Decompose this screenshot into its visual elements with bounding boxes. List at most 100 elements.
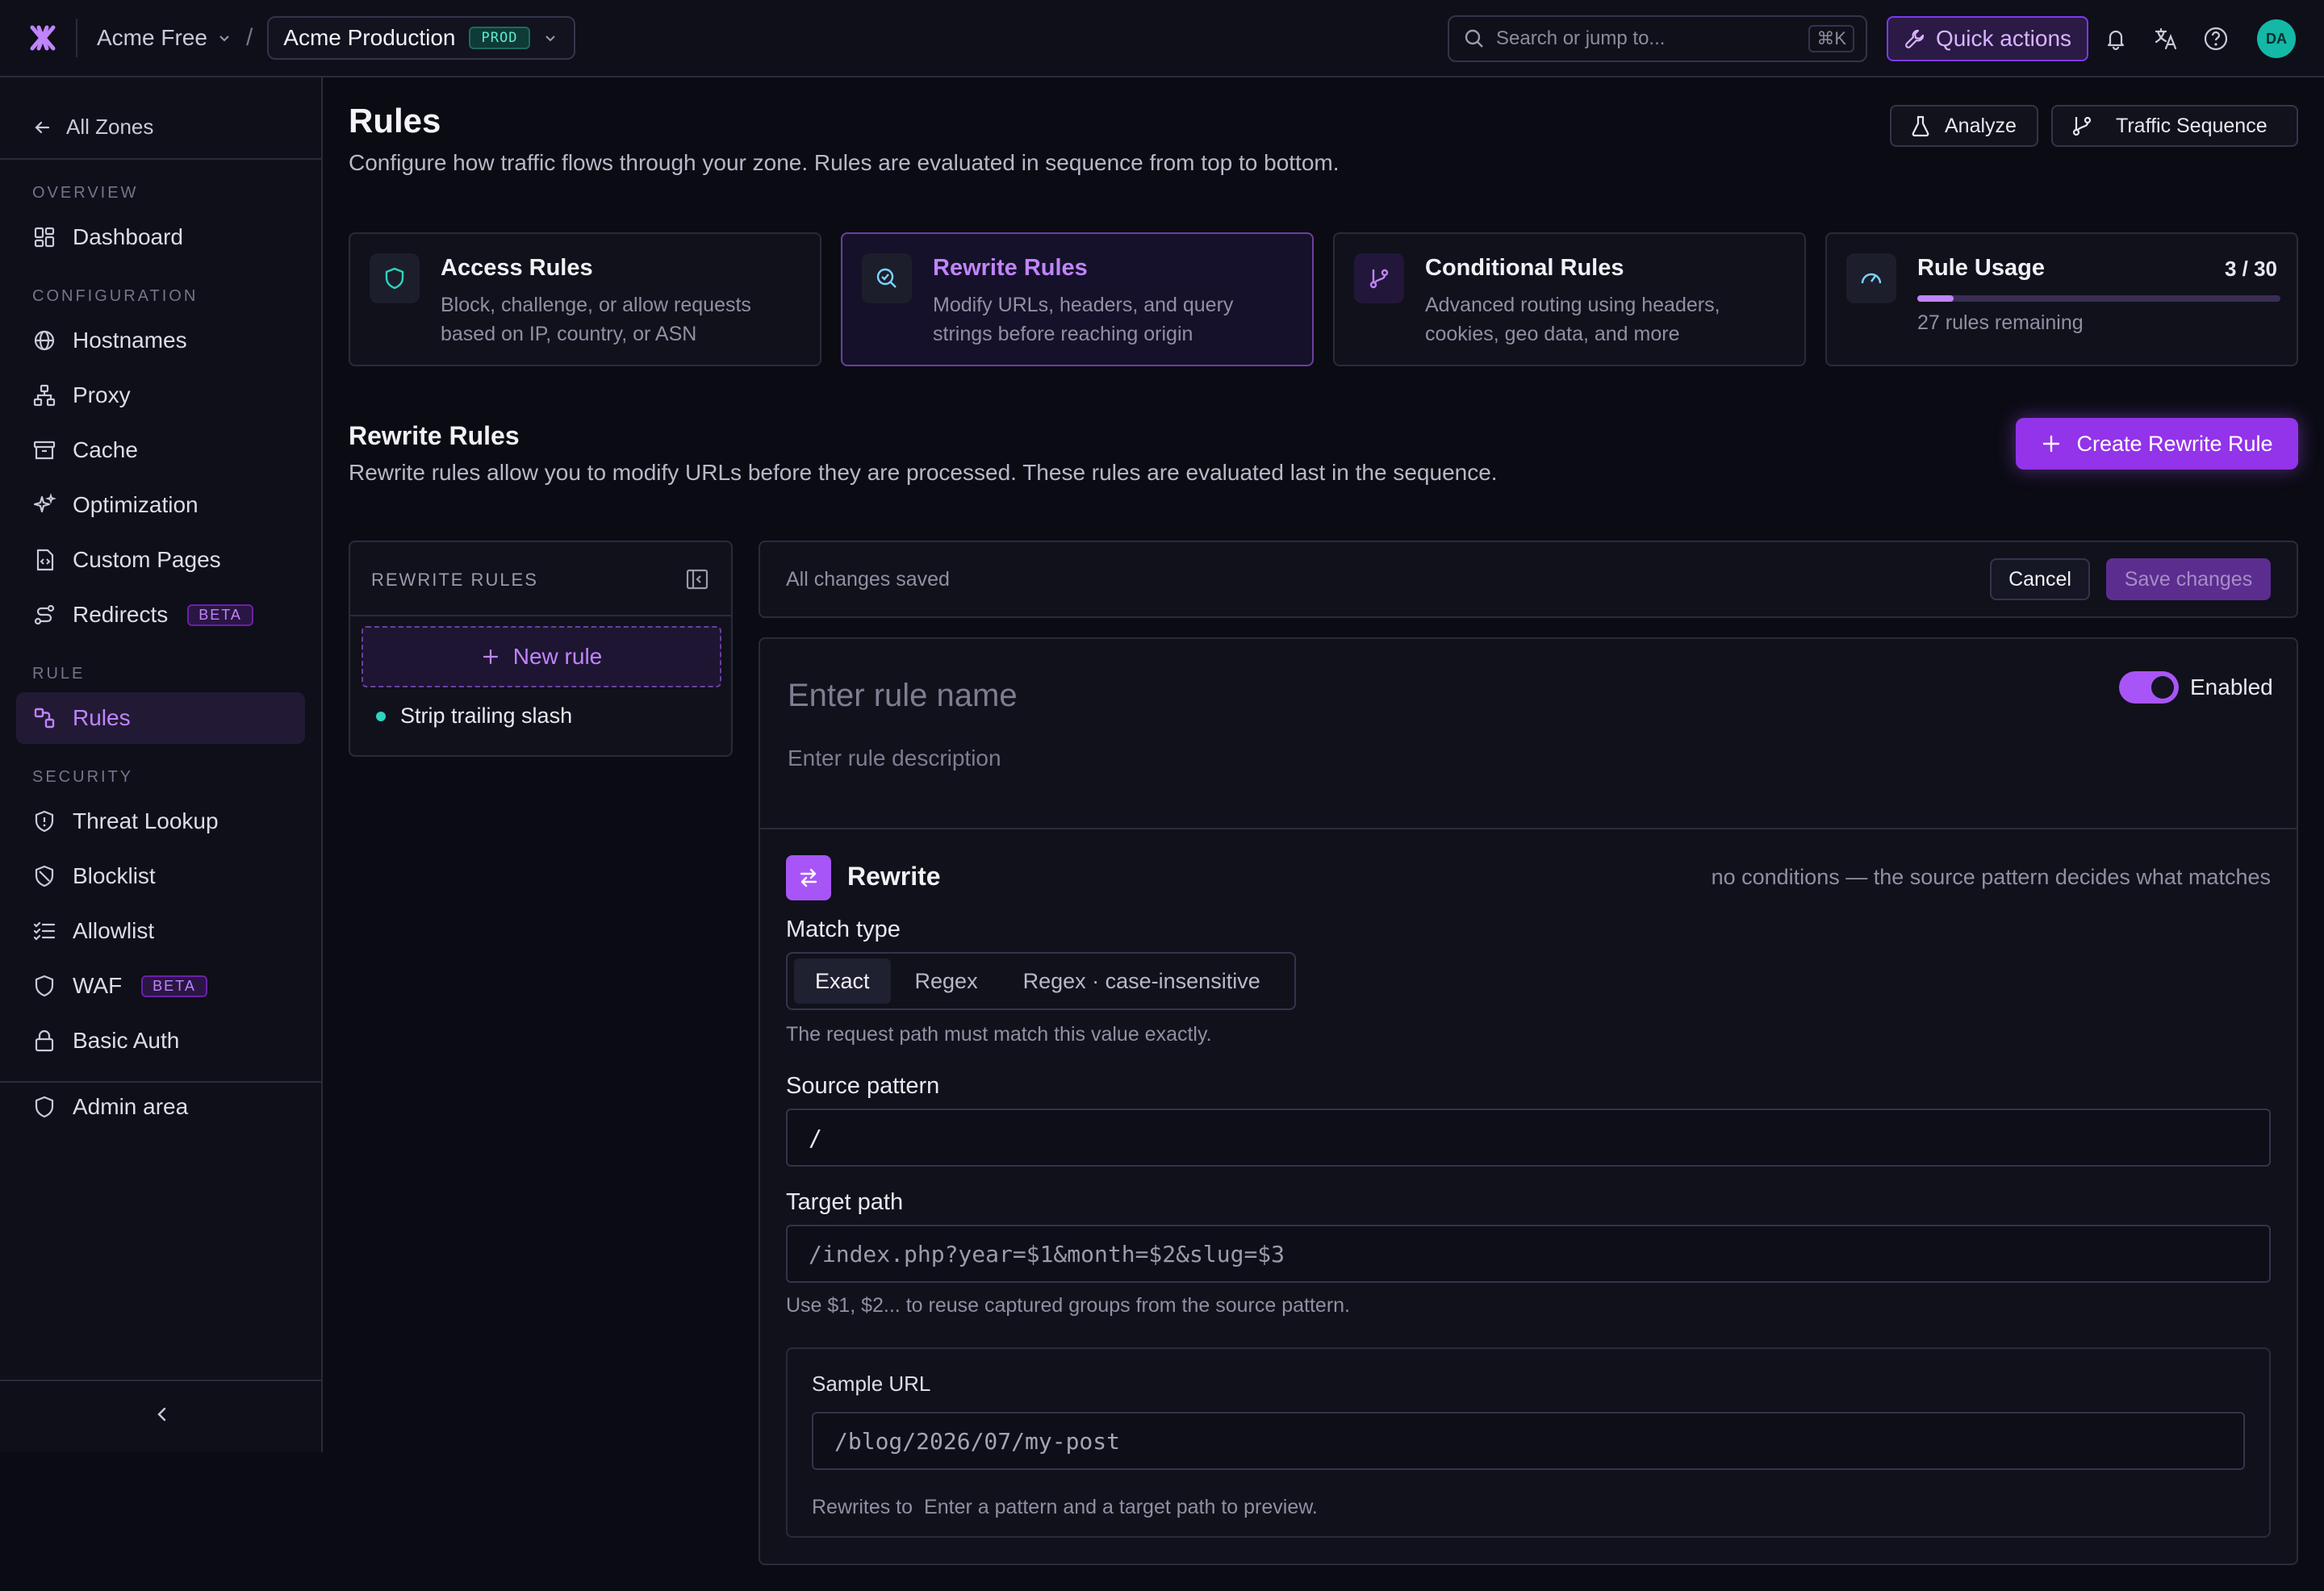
sidebar-item-waf[interactable]: WAF BETA (16, 960, 305, 1012)
quick-actions-button[interactable]: Quick actions (1887, 16, 2088, 61)
rule-name: Strip trailing slash (400, 704, 573, 728)
analyze-label: Analyze (1945, 114, 2017, 137)
analyze-button[interactable]: Analyze (1890, 105, 2038, 147)
target-path-hint: Use $1, $2... to reuse captured groups f… (786, 1294, 1350, 1317)
section-rule: RULE (32, 665, 86, 683)
wrench-icon (1905, 29, 1925, 48)
sidebar-item-admin-area[interactable]: Admin area (16, 1081, 305, 1133)
sidebar-item-dashboard[interactable]: Dashboard (16, 211, 305, 263)
save-status: All changes saved (786, 568, 950, 591)
access-rules-card[interactable]: Access Rules Block, challenge, or allow … (349, 232, 821, 366)
panel-divider (350, 615, 731, 616)
sidebar-item-blocklist[interactable]: Blocklist (16, 850, 305, 902)
top-bar: Acme Free / Acme Production PROD ⌘K Quic… (0, 0, 2324, 77)
sidebar-item-basic-auth[interactable]: Basic Auth (16, 1015, 305, 1067)
git-branch-icon (2072, 116, 2092, 136)
sidebar-item-label: Rules (73, 705, 131, 730)
target-path-input[interactable] (786, 1225, 2271, 1283)
topbar-icons (2100, 23, 2232, 55)
quick-actions-label: Quick actions (1935, 26, 2072, 51)
route-icon (34, 604, 55, 625)
bell-icon[interactable] (2100, 23, 2132, 55)
save-changes-button[interactable]: Save changes (2106, 558, 2271, 600)
logo-icon[interactable] (21, 16, 65, 60)
sidebar-item-hostnames[interactable]: Hostnames (16, 315, 305, 366)
conditional-rules-card[interactable]: Conditional Rules Advanced routing using… (1333, 232, 1806, 366)
sidebar-item-threat-lookup[interactable]: Threat Lookup (16, 796, 305, 847)
sidebar-item-label: Dashboard (73, 224, 183, 249)
avatar[interactable]: DA (2257, 19, 2296, 58)
rewrite-rules-card[interactable]: Rewrite Rules Modify URLs, headers, and … (841, 232, 1314, 366)
sample-url-input[interactable] (812, 1412, 2245, 1470)
sidebar-divider (0, 1380, 321, 1381)
rule-description-input[interactable] (788, 742, 1917, 775)
beta-badge: BETA (141, 975, 207, 997)
collapse-sidebar-button[interactable] (150, 1402, 174, 1426)
source-pattern-input[interactable] (786, 1109, 2271, 1167)
sidebar-item-custom-pages[interactable]: Custom Pages (16, 534, 305, 586)
enabled-toggle[interactable] (2119, 671, 2179, 704)
new-rule-button[interactable]: New rule (362, 626, 721, 687)
sidebar-item-label: Basic Auth (73, 1028, 180, 1053)
sidebar-item-cache[interactable]: Cache (16, 424, 305, 476)
beta-badge: BETA (187, 603, 253, 626)
plus-icon (2043, 435, 2060, 453)
rule-editor: Enabled Rewrite no conditions — the sour… (759, 637, 2298, 1565)
sidebar-item-label: Admin area (73, 1094, 189, 1119)
rules-list-header: REWRITE RULES (371, 570, 538, 590)
card-description: Advanced routing using headers, cookies,… (1425, 294, 1720, 345)
sidebar-item-rules[interactable]: Rules (16, 692, 305, 744)
list-item[interactable]: Strip trailing slash (376, 704, 572, 729)
toggle-knob (2151, 676, 2174, 699)
card-title: Conditional Rules (1425, 255, 1624, 281)
sidebar-item-allowlist[interactable]: Allowlist (16, 905, 305, 957)
environment-switcher[interactable]: Acme Production PROD (267, 16, 576, 60)
all-zones-link[interactable]: All Zones (32, 115, 153, 140)
sidebar-item-proxy[interactable]: Proxy (16, 370, 305, 421)
rewrite-title: Rewrite (847, 862, 941, 891)
create-rewrite-rule-label: Create Rewrite Rule (2076, 431, 2273, 456)
git-branch-icon (1354, 253, 1404, 303)
card-title: Access Rules (441, 255, 593, 281)
rewrites-to-preview: Rewrites to Enter a pattern and a target … (812, 1496, 1318, 1519)
section-overview: OVERVIEW (32, 184, 139, 202)
sidebar-item-label: Hostnames (73, 328, 187, 353)
network-icon (33, 384, 56, 407)
help-icon[interactable] (2200, 23, 2232, 55)
sample-url-panel: Sample URL Rewrites to Enter a pattern an… (786, 1347, 2271, 1538)
globe-icon (34, 330, 55, 351)
app: Acme Free / Acme Production PROD ⌘K Quic… (0, 0, 2324, 1591)
shield-icon (370, 253, 420, 303)
rewrites-to-label: Rewrites to (812, 1496, 913, 1518)
match-type-hint: The request path must match this value e… (786, 1023, 1212, 1046)
match-type-regex-ci[interactable]: Regex · case-insensitive (1002, 958, 1281, 1004)
cancel-button[interactable]: Cancel (1990, 558, 2090, 600)
usage-remaining: 27 rules remaining (1917, 311, 2084, 334)
chevron-left-icon (157, 1407, 166, 1422)
chevron-down-icon (219, 35, 229, 42)
create-rewrite-rule-button[interactable]: Create Rewrite Rule (2016, 418, 2298, 470)
panel-collapse-icon[interactable] (684, 566, 710, 592)
lock-icon (35, 1029, 54, 1052)
rule-name-input[interactable] (788, 671, 1917, 720)
dashboard-icon (34, 227, 55, 248)
search-input[interactable] (1496, 27, 1809, 50)
traffic-sequence-button[interactable]: Traffic Sequence (2051, 105, 2298, 147)
shield-alert-icon (35, 810, 54, 833)
card-description: Modify URLs, headers, and query strings … (933, 294, 1234, 345)
sidebar-item-optimization[interactable]: Optimization (16, 479, 305, 531)
rules-icon (34, 708, 55, 729)
usage-progress-fill (1917, 295, 1954, 302)
sidebar-item-label: Threat Lookup (73, 808, 219, 833)
file-code-icon (36, 549, 54, 571)
sidebar-item-redirects[interactable]: Redirects BETA (16, 589, 305, 641)
sidebar-item-label: Redirects (73, 602, 169, 627)
translate-icon[interactable] (2150, 23, 2182, 55)
rules-list-panel: REWRITE RULES New rule Strip trailing sl… (349, 541, 733, 757)
search-check-icon (862, 253, 912, 303)
section-configuration: CONFIGURATION (32, 287, 199, 305)
search-box[interactable]: ⌘K (1448, 15, 1867, 62)
match-type-exact[interactable]: Exact (794, 958, 891, 1004)
org-switcher[interactable]: Acme Free (97, 25, 232, 51)
match-type-regex[interactable]: Regex (894, 958, 999, 1004)
